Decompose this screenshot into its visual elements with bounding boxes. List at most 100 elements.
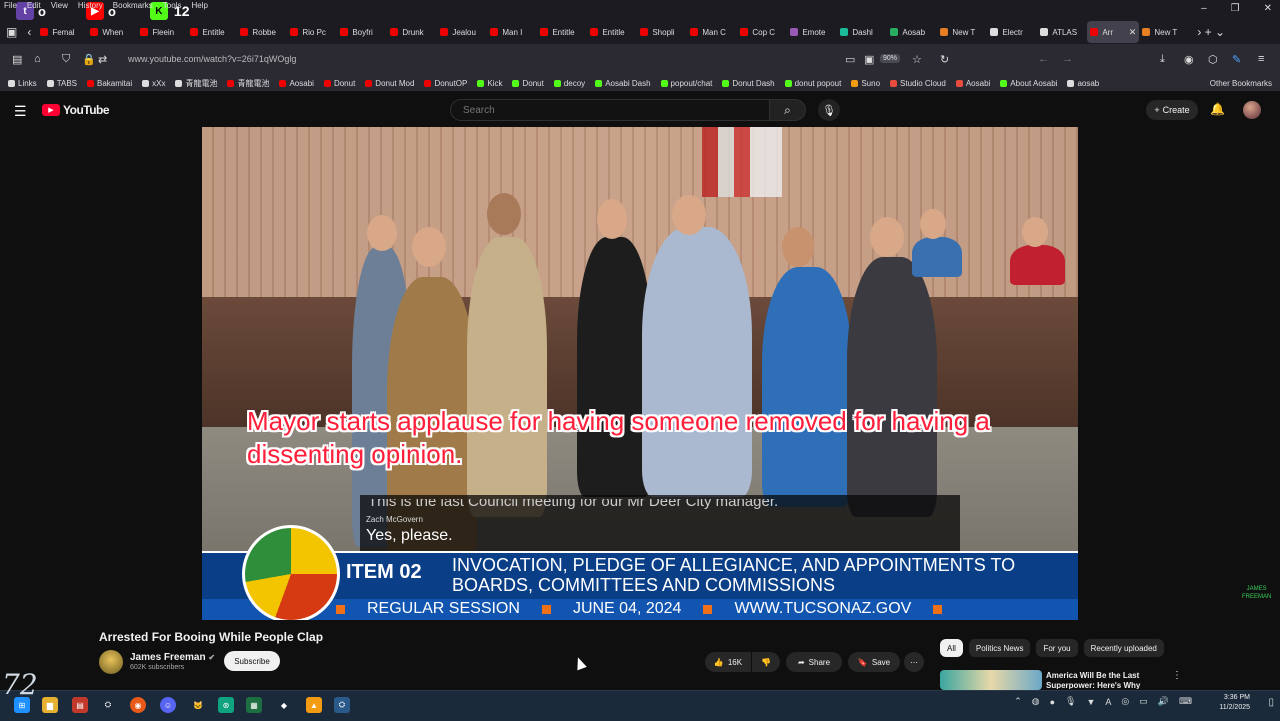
tab-scroll-left-icon[interactable]: ‹ — [27, 25, 31, 39]
discord-icon[interactable]: ☺ — [160, 697, 176, 713]
bookmark-item[interactable]: Studio Cloud — [890, 79, 946, 88]
bookmark-item[interactable]: Donut — [512, 79, 544, 88]
browser-tab[interactable]: New T — [937, 21, 987, 43]
browser-tab[interactable]: Electr — [987, 21, 1037, 43]
browser-tab[interactable]: Femal — [37, 21, 87, 43]
browser-tab[interactable]: Boyfri — [337, 21, 387, 43]
steam-icon[interactable]: ⛭ — [100, 697, 116, 713]
tray-app-icon[interactable]: A — [1105, 697, 1111, 707]
browser-tab[interactable]: New T — [1139, 21, 1189, 43]
browser-tab[interactable]: Entitle — [187, 21, 237, 43]
tray-keyboard-icon[interactable]: ⌨ — [1179, 696, 1192, 707]
browser-tab[interactable]: Aosab — [887, 21, 937, 43]
chatgpt-icon[interactable]: ⊛ — [218, 697, 234, 713]
menu-tools[interactable]: Tools — [163, 1, 182, 15]
bookmark-item[interactable]: DonutOP — [424, 79, 467, 88]
menu-edit[interactable]: Edit — [27, 1, 41, 15]
bookmark-item[interactable]: About Aosabi — [1000, 79, 1057, 88]
url-text[interactable]: www.youtube.com/watch?v=26i71qWOglg — [128, 54, 296, 64]
notification-icon[interactable]: ▯ — [1268, 697, 1274, 708]
minimize-icon[interactable]: – — [1201, 3, 1207, 14]
youtube-logo[interactable]: ▶ YouTube — [42, 103, 110, 117]
url-bar[interactable]: ⛉ 🔒 ⇄ www.youtube.com/watch?v=26i71qWOgl… — [62, 50, 960, 70]
tray-app-icon[interactable]: ◍ — [1032, 696, 1040, 707]
browser-tab[interactable]: Drunk — [387, 21, 437, 43]
notifications-bell-icon[interactable]: 🔔 — [1210, 102, 1225, 116]
tray-app-icon[interactable]: ● — [1050, 697, 1055, 707]
close-tab-icon[interactable]: ✕ — [1129, 27, 1137, 38]
app-menu-icon[interactable]: ≡ — [1258, 53, 1264, 65]
browser-tab[interactable]: Arr ✕ — [1087, 21, 1140, 43]
maximize-icon[interactable]: ❐ — [1231, 3, 1240, 14]
vlc-icon[interactable]: ▲ — [306, 697, 322, 713]
bookmark-item[interactable]: Donut Dash — [722, 79, 775, 88]
bookmark-item[interactable]: 青龍電池 — [227, 78, 269, 89]
close-window-icon[interactable]: ✕ — [1264, 3, 1272, 14]
account-icon[interactable]: ◉ — [1184, 53, 1194, 66]
steam-icon[interactable]: ⛭ — [334, 697, 350, 713]
user-avatar[interactable] — [1243, 101, 1261, 119]
browser-tab[interactable]: When — [87, 21, 137, 43]
browser-tab[interactable]: Rio Pc — [287, 21, 337, 43]
channel-watermark[interactable]: JAMES FREEMAN — [1242, 585, 1271, 601]
menu-history[interactable]: History — [78, 1, 103, 15]
search-button[interactable]: ⌕ — [770, 99, 806, 121]
more-actions-button[interactable]: ⋯ — [904, 652, 924, 672]
taskbar-clock[interactable]: 3:36 PM 11/2/2025 — [1219, 693, 1250, 713]
shield-icon[interactable]: ⛉ — [62, 53, 70, 66]
file-explorer-icon[interactable]: ▆ — [42, 697, 58, 713]
app-icon[interactable]: ▤ — [72, 697, 88, 713]
save-button[interactable]: 🔖 Save — [848, 652, 900, 672]
chip-for-you[interactable]: For you — [1036, 639, 1078, 657]
home-icon[interactable]: ⌂ — [34, 53, 41, 65]
back-icon[interactable]: ← — [1038, 53, 1049, 65]
bookmark-item[interactable]: Aosabi Dash — [595, 79, 651, 88]
bookmark-item[interactable]: Aosabi — [955, 79, 990, 88]
share-button[interactable]: ➦ Share — [786, 652, 842, 672]
lock-icon[interactable]: 🔒 — [82, 53, 96, 66]
reload-icon[interactable]: ↻ — [940, 53, 949, 66]
tray-chevron-icon[interactable]: ⌃ — [1014, 696, 1022, 707]
menu-icon[interactable]: ☰ — [14, 103, 27, 120]
menu-bookmarks[interactable]: Bookmarks — [113, 1, 153, 15]
zoom-level[interactable]: 90% — [880, 54, 901, 63]
browser-tab[interactable]: Fleein — [137, 21, 187, 43]
recommendation-menu-icon[interactable]: ⋮ — [1172, 670, 1182, 681]
menu-file[interactable]: File — [4, 1, 17, 15]
browser-tab[interactable]: Jealou — [437, 21, 487, 43]
search-input[interactable] — [461, 104, 765, 117]
tab-overview-icon[interactable]: ▣ — [6, 25, 17, 39]
app-icon[interactable]: 🐱 — [190, 697, 206, 713]
tray-mic-icon[interactable]: 🎙 — [1065, 696, 1076, 707]
chip-politics-news[interactable]: Politics News — [968, 639, 1031, 657]
extensions-icon[interactable]: ⬡ — [1208, 53, 1218, 66]
chip-all[interactable]: All — [940, 639, 963, 657]
pip-icon[interactable]: ▣ — [864, 53, 874, 66]
browser-tab[interactable]: Robbe — [237, 21, 287, 43]
tray-volume-icon[interactable]: 🔊 — [1158, 696, 1169, 707]
bookmark-item[interactable]: 青龍電池 — [175, 78, 217, 89]
bookmark-item[interactable]: TABS — [46, 79, 77, 88]
tray-network-icon[interactable]: ▭ — [1139, 696, 1148, 707]
browser-tab[interactable]: Man I — [487, 21, 537, 43]
bookmark-item[interactable]: aosab — [1067, 79, 1099, 88]
downloads-icon[interactable]: ⤓ — [1160, 53, 1165, 66]
browser-tab[interactable]: Entitle — [537, 21, 587, 43]
app-icon[interactable]: ◆ — [276, 697, 292, 713]
browser-tab[interactable]: Entitle — [587, 21, 637, 43]
bookmark-star-icon[interactable]: ☆ — [912, 53, 922, 66]
voice-search-button[interactable]: 🎙 — [818, 99, 840, 121]
bookmark-item[interactable]: Donut — [323, 79, 355, 88]
browser-tab[interactable]: ATLAS — [1037, 21, 1087, 43]
tray-app-icon[interactable]: ◎ — [1121, 696, 1129, 707]
bookmark-item[interactable]: Suno — [851, 79, 880, 88]
other-bookmarks[interactable]: Other Bookmarks — [1210, 79, 1272, 88]
browser-tab[interactable]: Cop C — [737, 21, 787, 43]
bookmark-item[interactable]: Kick — [477, 79, 502, 88]
reader-view-icon[interactable]: ▭ — [845, 53, 855, 66]
channel-name[interactable]: James Freeman ✔ — [130, 652, 215, 663]
browser-tab[interactable]: Emote — [787, 21, 837, 43]
bookmark-item[interactable]: donut popout — [784, 79, 841, 88]
browser-tab[interactable]: Man C — [687, 21, 737, 43]
new-tab-icon[interactable]: › + ⌄ — [1197, 25, 1225, 39]
